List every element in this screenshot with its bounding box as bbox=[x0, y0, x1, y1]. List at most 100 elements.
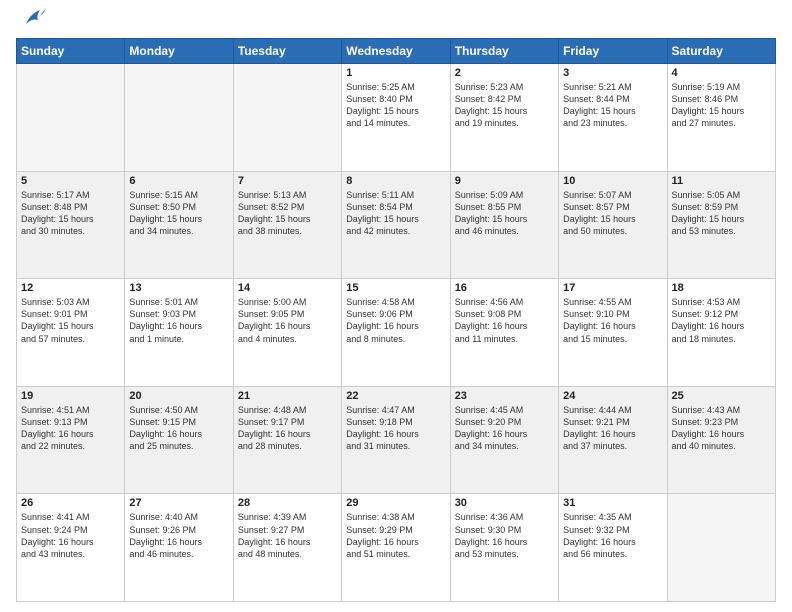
day-number: 18 bbox=[672, 282, 771, 294]
day-number: 21 bbox=[238, 390, 337, 402]
calendar-day-cell: 13Sunrise: 5:01 AM Sunset: 9:03 PM Dayli… bbox=[125, 279, 233, 387]
day-info: Sunrise: 5:01 AM Sunset: 9:03 PM Dayligh… bbox=[129, 296, 228, 345]
calendar-day-cell: 2 Sunrise: 5:23 AM Sunset: 8:42 PM Daylig… bbox=[450, 64, 558, 172]
calendar-day-cell: 4 Sunrise: 5:19 AM Sunset: 8:46 PM Daylig… bbox=[667, 64, 775, 172]
day-info: Sunrise: 4:50 AM Sunset: 9:15 PM Dayligh… bbox=[129, 404, 228, 453]
calendar-week-row: 19Sunrise: 4:51 AM Sunset: 9:13 PM Dayli… bbox=[17, 386, 776, 494]
day-info: Sunrise: 5:00 AM Sunset: 9:05 PM Dayligh… bbox=[238, 296, 337, 345]
calendar-day-cell: 21 Sunrise: 4:48 AM Sunset: 9:17 PM Dayli… bbox=[233, 386, 341, 494]
day-number: 27 bbox=[129, 497, 228, 509]
calendar-day-cell: 20 Sunrise: 4:50 AM Sunset: 9:15 PM Dayli… bbox=[125, 386, 233, 494]
header bbox=[16, 16, 776, 28]
calendar-day-cell: 24 Sunrise: 4:44 AM Sunset: 9:21 PM Dayli… bbox=[559, 386, 667, 494]
day-number: 5 bbox=[21, 175, 120, 187]
day-info: Sunrise: 4:56 AM Sunset: 9:08 PM Dayligh… bbox=[455, 296, 554, 345]
day-number: 8 bbox=[346, 175, 445, 187]
calendar-day-cell: 19Sunrise: 4:51 AM Sunset: 9:13 PM Dayli… bbox=[17, 386, 125, 494]
day-info: Sunrise: 5:25 AM Sunset: 8:40 PM Dayligh… bbox=[346, 81, 445, 130]
calendar-day-cell: 7 Sunrise: 5:13 AM Sunset: 8:52 PM Daylig… bbox=[233, 171, 341, 279]
calendar-day-header: Sunday bbox=[17, 39, 125, 64]
calendar-day-cell: 10 Sunrise: 5:07 AM Sunset: 8:57 PM Dayli… bbox=[559, 171, 667, 279]
day-number: 6 bbox=[129, 175, 228, 187]
day-info: Sunrise: 5:11 AM Sunset: 8:54 PM Dayligh… bbox=[346, 189, 445, 238]
day-info: Sunrise: 4:39 AM Sunset: 9:27 PM Dayligh… bbox=[238, 511, 337, 560]
calendar-day-header: Thursday bbox=[450, 39, 558, 64]
day-number: 14 bbox=[238, 282, 337, 294]
calendar-week-row: 12 Sunrise: 5:03 AM Sunset: 9:01 PM Dayli… bbox=[17, 279, 776, 387]
day-info: Sunrise: 5:21 AM Sunset: 8:44 PM Dayligh… bbox=[563, 81, 662, 130]
day-info: Sunrise: 5:07 AM Sunset: 8:57 PM Dayligh… bbox=[563, 189, 662, 238]
day-number: 4 bbox=[672, 67, 771, 79]
calendar-day-cell bbox=[233, 64, 341, 172]
day-number: 24 bbox=[563, 390, 662, 402]
calendar-day-cell: 3 Sunrise: 5:21 AM Sunset: 8:44 PM Daylig… bbox=[559, 64, 667, 172]
day-number: 23 bbox=[455, 390, 554, 402]
logo-bird-icon bbox=[20, 6, 46, 28]
day-number: 31 bbox=[563, 497, 662, 509]
page: SundayMondayTuesdayWednesdayThursdayFrid… bbox=[0, 0, 792, 612]
day-info: Sunrise: 5:17 AM Sunset: 8:48 PM Dayligh… bbox=[21, 189, 120, 238]
day-info: Sunrise: 4:48 AM Sunset: 9:17 PM Dayligh… bbox=[238, 404, 337, 453]
calendar-day-cell: 23 Sunrise: 4:45 AM Sunset: 9:20 PM Dayli… bbox=[450, 386, 558, 494]
day-number: 16 bbox=[455, 282, 554, 294]
day-info: Sunrise: 4:47 AM Sunset: 9:18 PM Dayligh… bbox=[346, 404, 445, 453]
calendar-day-cell: 26 Sunrise: 4:41 AM Sunset: 9:24 PM Dayli… bbox=[17, 494, 125, 602]
logo bbox=[16, 16, 46, 28]
day-info: Sunrise: 4:40 AM Sunset: 9:26 PM Dayligh… bbox=[129, 511, 228, 560]
calendar-day-cell: 1 Sunrise: 5:25 AM Sunset: 8:40 PM Daylig… bbox=[342, 64, 450, 172]
day-number: 22 bbox=[346, 390, 445, 402]
calendar-day-header: Wednesday bbox=[342, 39, 450, 64]
day-info: Sunrise: 4:44 AM Sunset: 9:21 PM Dayligh… bbox=[563, 404, 662, 453]
day-number: 29 bbox=[346, 497, 445, 509]
day-info: Sunrise: 5:03 AM Sunset: 9:01 PM Dayligh… bbox=[21, 296, 120, 345]
calendar-day-cell bbox=[667, 494, 775, 602]
calendar-day-header: Tuesday bbox=[233, 39, 341, 64]
day-info: Sunrise: 5:13 AM Sunset: 8:52 PM Dayligh… bbox=[238, 189, 337, 238]
day-info: Sunrise: 4:43 AM Sunset: 9:23 PM Dayligh… bbox=[672, 404, 771, 453]
day-info: Sunrise: 5:19 AM Sunset: 8:46 PM Dayligh… bbox=[672, 81, 771, 130]
calendar-day-cell: 9 Sunrise: 5:09 AM Sunset: 8:55 PM Daylig… bbox=[450, 171, 558, 279]
day-info: Sunrise: 4:41 AM Sunset: 9:24 PM Dayligh… bbox=[21, 511, 120, 560]
calendar-day-cell: 25 Sunrise: 4:43 AM Sunset: 9:23 PM Dayli… bbox=[667, 386, 775, 494]
day-info: Sunrise: 5:05 AM Sunset: 8:59 PM Dayligh… bbox=[672, 189, 771, 238]
day-number: 20 bbox=[129, 390, 228, 402]
calendar-day-cell: 30Sunrise: 4:36 AM Sunset: 9:30 PM Dayli… bbox=[450, 494, 558, 602]
day-number: 26 bbox=[21, 497, 120, 509]
day-number: 25 bbox=[672, 390, 771, 402]
calendar-week-row: 1 Sunrise: 5:25 AM Sunset: 8:40 PM Daylig… bbox=[17, 64, 776, 172]
day-info: Sunrise: 5:09 AM Sunset: 8:55 PM Dayligh… bbox=[455, 189, 554, 238]
calendar-day-header: Friday bbox=[559, 39, 667, 64]
day-info: Sunrise: 4:51 AM Sunset: 9:13 PM Dayligh… bbox=[21, 404, 120, 453]
calendar-day-cell: 8 Sunrise: 5:11 AM Sunset: 8:54 PM Daylig… bbox=[342, 171, 450, 279]
day-number: 3 bbox=[563, 67, 662, 79]
day-number: 7 bbox=[238, 175, 337, 187]
day-info: Sunrise: 4:45 AM Sunset: 9:20 PM Dayligh… bbox=[455, 404, 554, 453]
calendar-day-cell: 14 Sunrise: 5:00 AM Sunset: 9:05 PM Dayli… bbox=[233, 279, 341, 387]
calendar-day-cell: 22 Sunrise: 4:47 AM Sunset: 9:18 PM Dayli… bbox=[342, 386, 450, 494]
day-number: 28 bbox=[238, 497, 337, 509]
day-number: 12 bbox=[21, 282, 120, 294]
day-info: Sunrise: 5:15 AM Sunset: 8:50 PM Dayligh… bbox=[129, 189, 228, 238]
day-info: Sunrise: 4:36 AM Sunset: 9:30 PM Dayligh… bbox=[455, 511, 554, 560]
calendar-day-header: Monday bbox=[125, 39, 233, 64]
day-number: 9 bbox=[455, 175, 554, 187]
day-number: 2 bbox=[455, 67, 554, 79]
calendar-header-row: SundayMondayTuesdayWednesdayThursdayFrid… bbox=[17, 39, 776, 64]
calendar-day-cell: 11Sunrise: 5:05 AM Sunset: 8:59 PM Dayli… bbox=[667, 171, 775, 279]
day-info: Sunrise: 5:23 AM Sunset: 8:42 PM Dayligh… bbox=[455, 81, 554, 130]
calendar-week-row: 26 Sunrise: 4:41 AM Sunset: 9:24 PM Dayli… bbox=[17, 494, 776, 602]
day-number: 15 bbox=[346, 282, 445, 294]
calendar-day-cell: 16 Sunrise: 4:56 AM Sunset: 9:08 PM Dayli… bbox=[450, 279, 558, 387]
day-number: 10 bbox=[563, 175, 662, 187]
calendar-day-cell: 28 Sunrise: 4:39 AM Sunset: 9:27 PM Dayli… bbox=[233, 494, 341, 602]
calendar-day-cell: 6 Sunrise: 5:15 AM Sunset: 8:50 PM Daylig… bbox=[125, 171, 233, 279]
calendar-day-cell bbox=[125, 64, 233, 172]
calendar-day-cell: 29Sunrise: 4:38 AM Sunset: 9:29 PM Dayli… bbox=[342, 494, 450, 602]
calendar-day-cell: 15Sunrise: 4:58 AM Sunset: 9:06 PM Dayli… bbox=[342, 279, 450, 387]
day-number: 1 bbox=[346, 67, 445, 79]
calendar-day-cell: 27 Sunrise: 4:40 AM Sunset: 9:26 PM Dayli… bbox=[125, 494, 233, 602]
day-info: Sunrise: 4:53 AM Sunset: 9:12 PM Dayligh… bbox=[672, 296, 771, 345]
day-info: Sunrise: 4:35 AM Sunset: 9:32 PM Dayligh… bbox=[563, 511, 662, 560]
calendar-day-header: Saturday bbox=[667, 39, 775, 64]
calendar-day-cell: 17Sunrise: 4:55 AM Sunset: 9:10 PM Dayli… bbox=[559, 279, 667, 387]
